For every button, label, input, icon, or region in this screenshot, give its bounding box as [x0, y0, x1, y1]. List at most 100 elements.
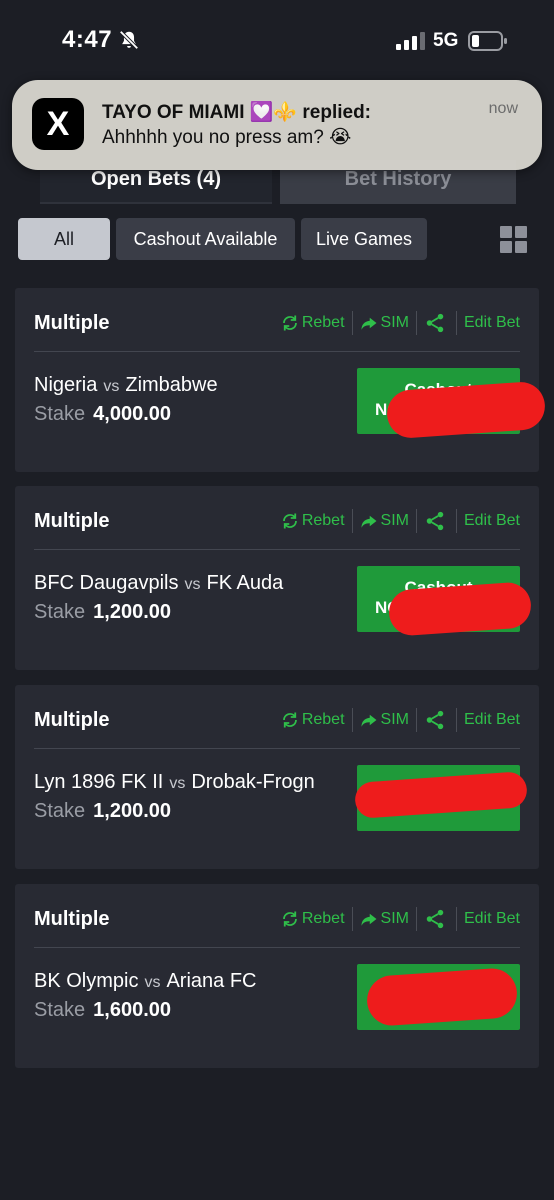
notification-banner[interactable]: X TAYO OF MIAMI 💟⚜️ replied: Ahhhhh you … — [12, 80, 542, 170]
filter-all[interactable]: All — [18, 218, 110, 260]
home-team: Nigeria — [34, 374, 98, 396]
separator — [455, 509, 457, 533]
share-icon — [426, 710, 444, 730]
grid-view-icon[interactable] — [500, 226, 528, 254]
rebet-label: Rebet — [301, 910, 345, 927]
separator — [351, 907, 353, 931]
vs-label: vs — [169, 775, 186, 792]
separator — [455, 907, 457, 931]
match-name: Nigeria vs Zimbabwe — [34, 374, 218, 397]
card-divider — [34, 351, 520, 352]
share-icon — [426, 313, 444, 333]
separator — [351, 509, 353, 533]
share-icon — [426, 909, 444, 929]
share-button[interactable] — [424, 312, 449, 334]
bet-type: Multiple — [34, 312, 110, 334]
stake-label: Stake — [34, 601, 86, 623]
rebet-button[interactable]: Rebet — [281, 711, 345, 729]
battery-low-icon — [468, 31, 507, 51]
refresh-icon — [282, 513, 297, 529]
notification-body: Ahhhhh you no press am? 😭 — [102, 127, 352, 148]
rebet-button[interactable]: Rebet — [281, 910, 345, 928]
sim-button[interactable]: SIM — [360, 512, 409, 530]
edit-bet-button[interactable]: Edit Bet — [464, 512, 520, 530]
filter-live-games[interactable]: Live Games — [301, 218, 427, 260]
separator — [351, 311, 353, 335]
bet-type: Multiple — [34, 908, 110, 930]
rebet-label: Rebet — [301, 512, 345, 529]
separator — [351, 708, 353, 732]
separator — [415, 907, 417, 931]
home-team: BFC Daugavpils — [34, 572, 179, 594]
stake-row: Stake 1,600.00 — [34, 999, 171, 1022]
rebet-button[interactable]: Rebet — [281, 314, 345, 332]
match-name: BFC Daugavpils vs FK Auda — [34, 572, 283, 595]
sim-label: SIM — [380, 910, 409, 927]
match-name: Lyn 1896 FK II vs Drobak-Frogn — [34, 771, 315, 794]
stake-label: Stake — [34, 999, 86, 1021]
sim-label: SIM — [380, 512, 409, 529]
forward-arrow-icon — [361, 913, 377, 926]
notification-time: now — [488, 100, 518, 117]
bet-card: Multiple Rebet SIM Edit Bet BFC Daugavpi… — [15, 486, 539, 670]
cellular-signal-icon — [396, 32, 425, 50]
refresh-icon — [282, 712, 297, 728]
card-divider — [34, 947, 520, 948]
stake-amount: 1,200.00 — [93, 800, 172, 822]
stake-row: Stake 1,200.00 — [34, 800, 171, 823]
bet-card: Multiple Rebet SIM Edit Bet Lyn 1896 FK … — [15, 685, 539, 869]
bet-actions: Rebet SIM Edit Bet — [281, 508, 520, 534]
sim-button[interactable]: SIM — [360, 314, 409, 332]
redaction-scribble — [385, 380, 547, 440]
bet-actions: Rebet SIM Edit Bet — [281, 906, 520, 932]
vs-label: vs — [103, 378, 120, 395]
status-time: 4:47 — [62, 26, 113, 53]
home-team: Lyn 1896 FK II — [34, 771, 164, 793]
stake-row: Stake 4,000.00 — [34, 403, 171, 426]
separator — [415, 311, 417, 335]
refresh-icon — [282, 315, 297, 331]
filter-cashout-available[interactable]: Cashout Available — [116, 218, 295, 260]
x-logo-icon: X — [32, 98, 84, 150]
status-bar: 4:47 5G — [0, 0, 554, 80]
sim-button[interactable]: SIM — [360, 910, 409, 928]
bet-actions: Rebet SIM Edit Bet — [281, 310, 520, 336]
away-team: FK Auda — [206, 572, 284, 594]
separator — [455, 708, 457, 732]
sim-button[interactable]: SIM — [360, 711, 409, 729]
share-icon — [426, 511, 444, 531]
share-button[interactable] — [424, 510, 449, 532]
refresh-icon — [282, 911, 297, 927]
rebet-button[interactable]: Rebet — [281, 512, 345, 530]
stake-amount: 1,200.00 — [93, 601, 172, 623]
edit-bet-button[interactable]: Edit Bet — [464, 910, 520, 928]
separator — [455, 311, 457, 335]
share-button[interactable] — [424, 709, 449, 731]
notification-title: TAYO OF MIAMI 💟⚜️ replied: — [102, 102, 371, 123]
share-button[interactable] — [424, 908, 449, 930]
match-name: BK Olympic vs Ariana FC — [34, 970, 257, 993]
stake-amount: 4,000.00 — [93, 403, 172, 425]
stake-label: Stake — [34, 403, 86, 425]
bet-card: Multiple Rebet SIM Edit Bet Nigeria vs Zim… — [15, 288, 547, 472]
network-type: 5G — [433, 30, 459, 51]
stake-label: Stake — [34, 800, 86, 822]
rebet-label: Rebet — [301, 314, 345, 331]
card-divider — [34, 549, 520, 550]
separator — [415, 509, 417, 533]
redaction-scribble — [365, 966, 519, 1028]
stake-row: Stake 1,200.00 — [34, 601, 171, 624]
vs-label: vs — [184, 576, 201, 593]
edit-bet-button[interactable]: Edit Bet — [464, 314, 520, 332]
edit-bet-button[interactable]: Edit Bet — [464, 711, 520, 729]
bet-type: Multiple — [34, 510, 110, 532]
bet-card: Multiple Rebet SIM Edit Bet BK Olympic vs… — [15, 884, 539, 1068]
stake-amount: 1,600.00 — [93, 999, 172, 1021]
forward-arrow-icon — [361, 714, 377, 727]
sim-label: SIM — [380, 314, 409, 331]
away-team: Zimbabwe — [125, 374, 218, 396]
separator — [415, 708, 417, 732]
bet-actions: Rebet SIM Edit Bet — [281, 707, 520, 733]
bet-type: Multiple — [34, 709, 110, 731]
sim-label: SIM — [380, 711, 409, 728]
